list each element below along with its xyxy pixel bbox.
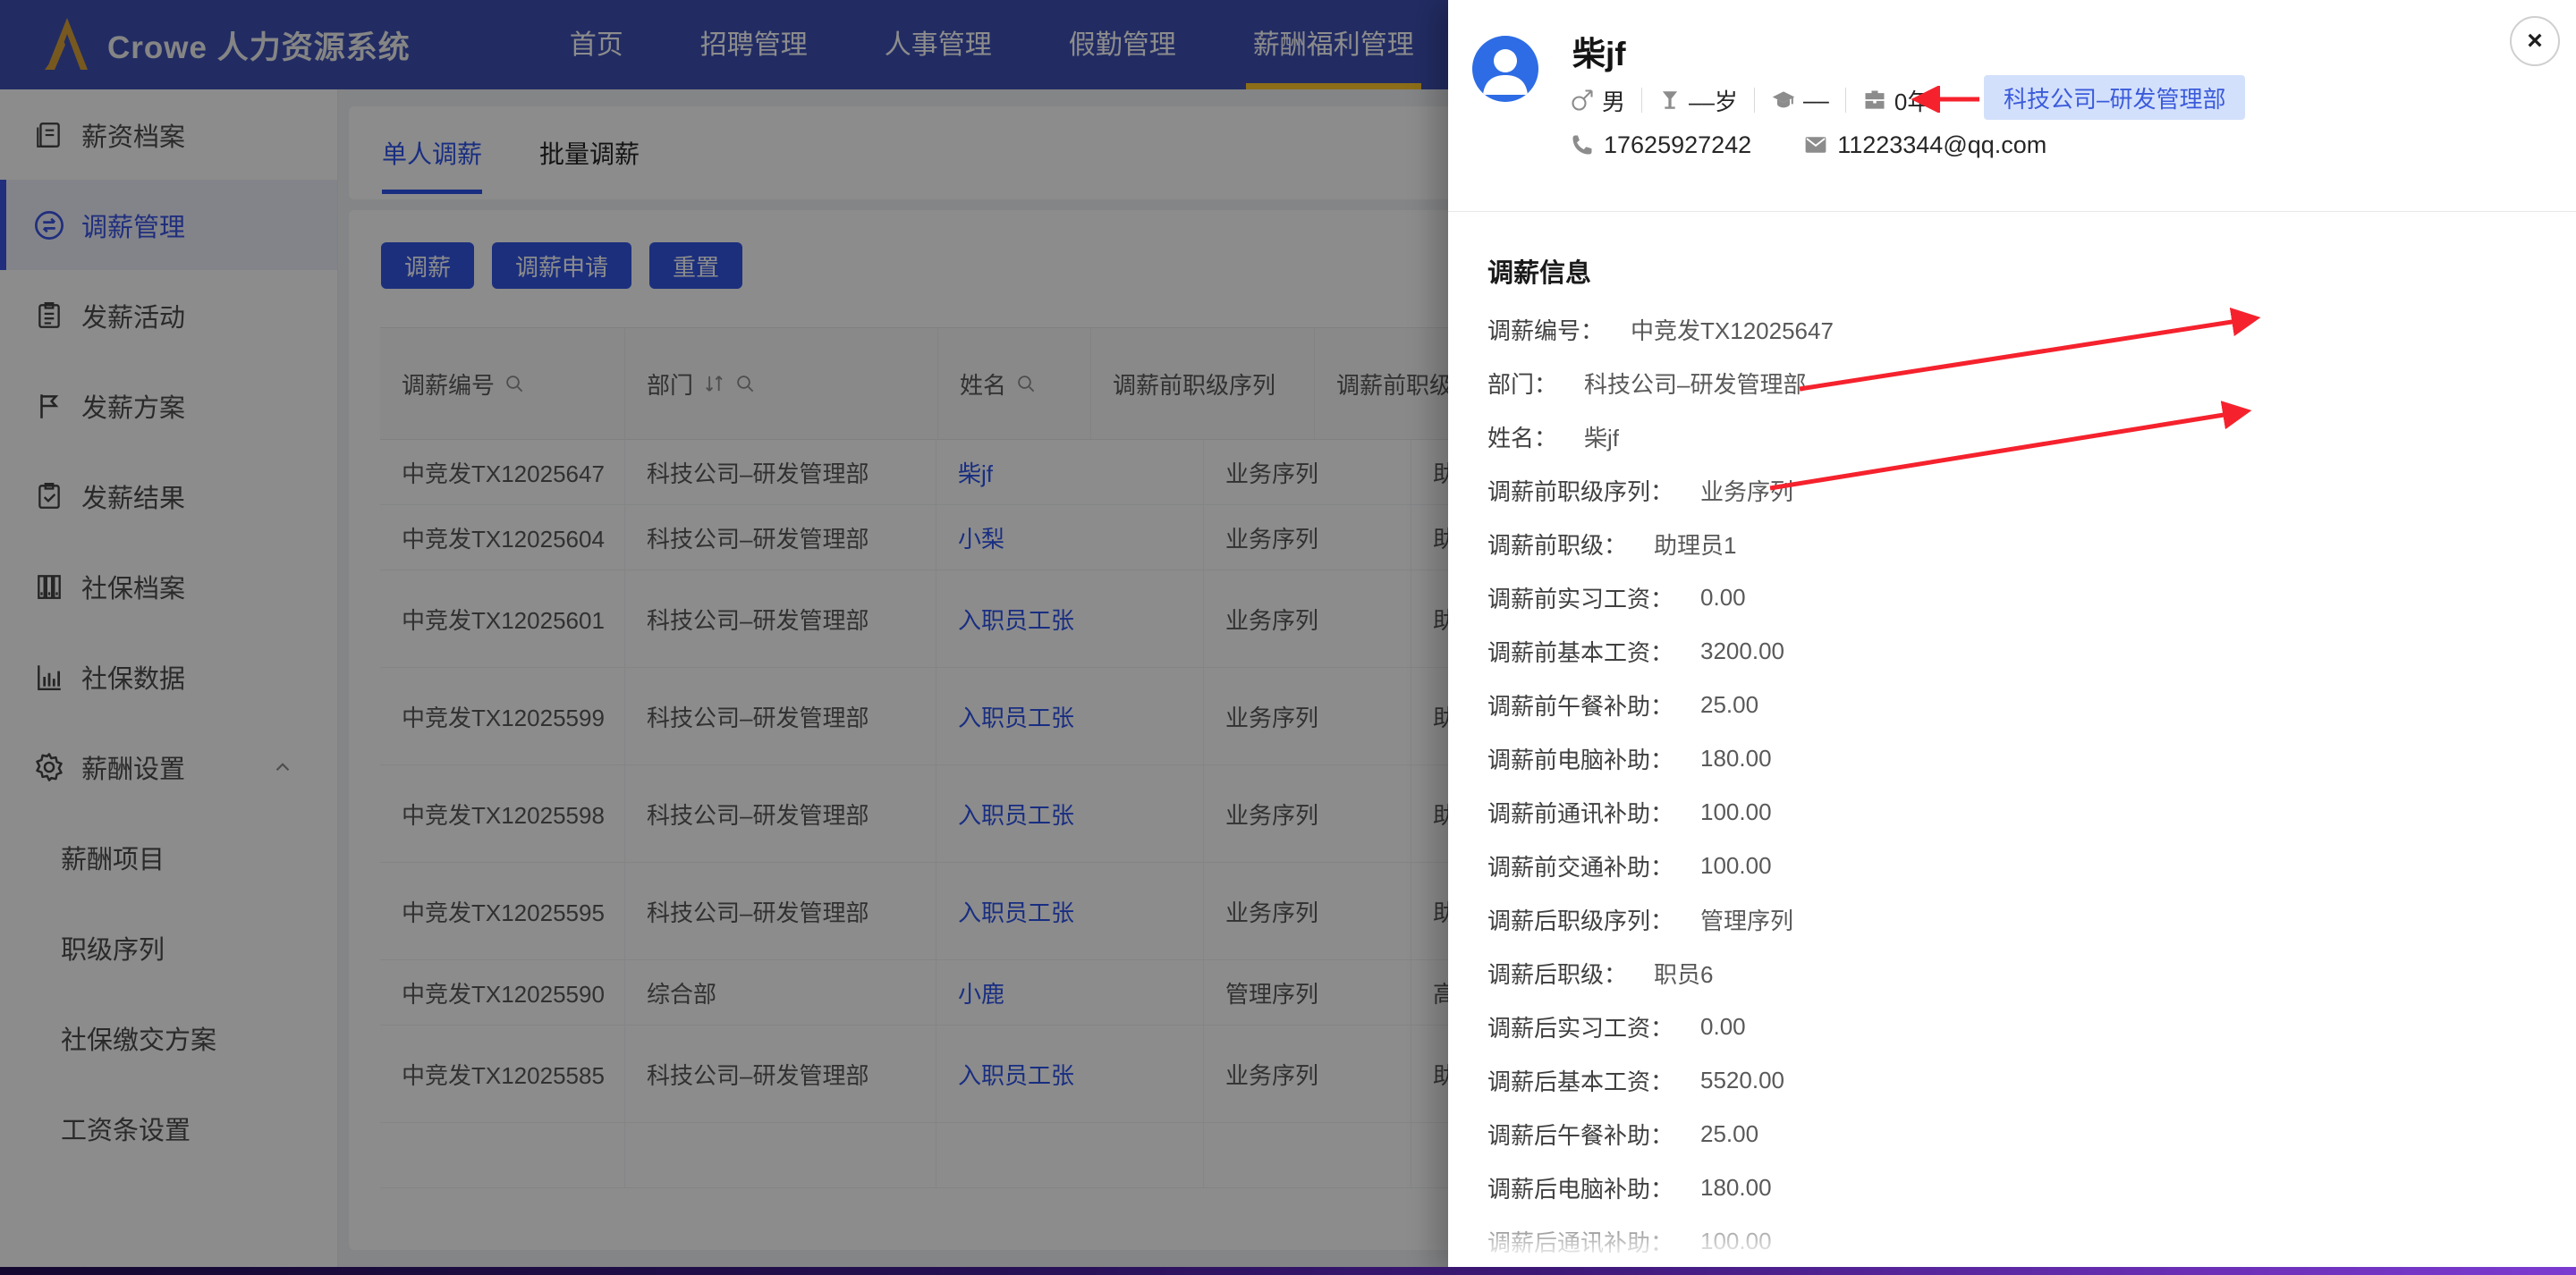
field-value: 25.00 [1700,1119,1759,1147]
adjust-info-field: 调薪编号： 中竞发TX12025647 [1487,302,2540,356]
contact-text: 17625927242 [1604,131,1752,158]
avatar [1472,36,1538,102]
male-icon [1570,88,1595,113]
field-label: 调薪后电脑补助： [1487,1175,1674,1203]
adjust-info-field: 调薪前电脑补助： 180.00 [1487,731,2540,785]
graduation-cap-icon [1771,88,1796,113]
adjust-info-field: 姓名： 柴jf [1487,410,2540,463]
adjust-info-field: 调薪后午餐补助： 25.00 [1487,1107,2540,1161]
field-value: 100.00 [1700,798,1772,825]
employee-contact-row: 17625927242 11223344@qq.com [1570,125,2098,165]
wine-glass-icon [1658,89,1682,112]
field-label: 调薪后午餐补助： [1487,1121,1674,1149]
field-label: 调薪前基本工资： [1487,638,1674,666]
field-value: 科技公司–研发管理部 [1584,370,1807,398]
field-label: 调薪前通讯补助： [1487,799,1674,827]
employee-meta-1: 男 [1570,84,1625,117]
section-title: 调薪信息 [1487,259,1592,288]
adjust-info-field: 调薪前通讯补助： 100.00 [1487,785,2540,839]
meta-text: ––岁 [1689,88,1738,115]
meta-separator [1753,88,1755,113]
field-value: 5520.00 [1700,1066,1784,1093]
employee-meta-2: ––岁 [1658,84,1738,117]
mail-icon [1803,132,1828,157]
field-value: 柴jf [1584,424,1620,452]
field-value: 3200.00 [1700,637,1784,664]
adjust-info-field: 调薪后职级： 职员6 [1487,946,2540,1000]
field-value: 职员6 [1654,960,1714,988]
close-icon[interactable]: × [2510,16,2560,66]
briefcase-icon [1862,88,1887,113]
adjust-info-field: 调薪后实习工资： 0.00 [1487,1000,2540,1053]
field-label: 调薪前电脑补助： [1487,746,1674,773]
field-label: 调薪编号： [1487,317,1605,344]
employee-meta-4: 0年 [1862,84,1930,117]
adjust-info-field: 调薪前实习工资： 0.00 [1487,570,2540,624]
adjust-info-field: 调薪后职级序列： 管理序列 [1487,892,2540,946]
drawer-header-divider [1448,211,2576,212]
field-value: 0.00 [1700,1012,1746,1040]
adjust-info-field: 调薪前基本工资： 3200.00 [1487,624,2540,678]
adjust-info-field: 调薪前职级序列： 业务序列 [1487,463,2540,517]
adjust-info-field: 部门： 科技公司–研发管理部 [1487,356,2540,410]
field-label: 调薪前交通补助： [1487,853,1674,881]
field-label: 调薪后实习工资： [1487,1014,1674,1042]
field-value: 业务序列 [1700,477,1794,505]
employee-meta-row: 男 ––岁 –– 0年 [1570,80,1930,120]
meta-separator [1844,88,1846,113]
meta-text: –– [1802,86,1829,114]
meta-separator [1641,88,1643,113]
field-value: 助理员1 [1654,531,1737,559]
phone-icon [1570,132,1595,157]
field-value: 0.00 [1700,583,1746,611]
field-label: 调薪前午餐补助： [1487,692,1674,720]
field-value: 180.00 [1700,744,1772,772]
field-label: 调薪前职级： [1487,531,1628,559]
field-value: 100.00 [1700,851,1772,879]
field-value: 180.00 [1700,1173,1772,1201]
employee-contact-1: 17625927242 [1570,131,1751,159]
field-label: 调薪前职级序列： [1487,477,1674,505]
field-label: 调薪前实习工资： [1487,585,1674,612]
meta-text: 男 [1602,88,1626,115]
window-edge-bar [0,1267,2576,1275]
field-label: 部门： [1487,370,1558,398]
employee-detail-drawer: 柴jf 男 ––岁 –– 0年 科技公司–研发管理部 17625927242 11223… [1448,0,2576,1275]
adjust-info-field: 调薪前交通补助： 100.00 [1487,839,2540,892]
adjust-info-field: 调薪前职级： 助理员1 [1487,517,2540,570]
meta-text: 0年 [1894,88,1931,115]
adjust-info-field: 调薪后基本工资： 5520.00 [1487,1053,2540,1107]
field-value: 25.00 [1700,690,1759,718]
drawer-bottom-fade [1448,1203,2576,1275]
field-label: 调薪后基本工资： [1487,1068,1674,1095]
department-tag: 科技公司–研发管理部 [1984,75,2246,120]
field-label: 姓名： [1487,424,1558,452]
field-label: 调薪后职级： [1487,960,1628,988]
field-value: 中竞发TX12025647 [1631,317,1834,344]
contact-text: 11223344@qq.com [1837,131,2047,158]
field-value: 管理序列 [1700,907,1794,934]
employee-name: 柴jf [1572,36,1626,72]
adjust-info-field: 调薪前午餐补助： 25.00 [1487,678,2540,731]
employee-contact-2: 11223344@qq.com [1803,131,2046,159]
user-icon [1483,49,1528,95]
field-label: 调薪后职级序列： [1487,907,1674,934]
employee-meta-3: –– [1771,87,1829,114]
